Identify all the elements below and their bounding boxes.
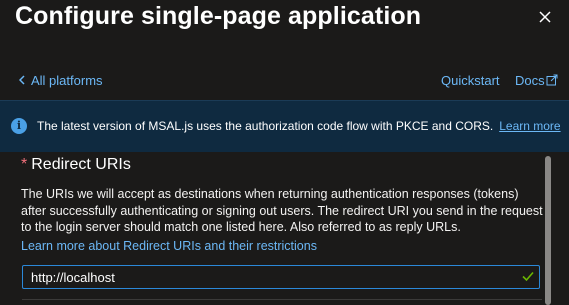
chevron-left-icon	[18, 73, 26, 88]
quickstart-link[interactable]: Quickstart	[441, 73, 500, 88]
nav-links-row: All platforms Quickstart Docs	[0, 73, 569, 91]
redirect-uris-description: The URIs we will accept as destinations …	[21, 187, 543, 234]
redirect-uris-heading: Redirect URIs	[31, 156, 131, 173]
docs-link[interactable]: Docs	[515, 73, 558, 89]
scrollbar[interactable]	[543, 156, 553, 305]
configure-spa-panel: Configure single-page application All pl…	[0, 0, 569, 305]
all-platforms-label: All platforms	[31, 73, 103, 88]
checkmark-icon	[522, 271, 534, 282]
docs-label: Docs	[515, 73, 545, 88]
info-banner: i The latest version of MSAL.js uses the…	[0, 100, 569, 152]
info-icon: i	[11, 118, 27, 134]
info-message: The latest version of MSAL.js uses the a…	[37, 119, 494, 133]
redirect-uri-input[interactable]	[22, 265, 540, 289]
redirect-uris-learn-more-link[interactable]: Learn more about Redirect URIs and their…	[21, 239, 317, 253]
required-marker: *	[21, 156, 28, 173]
learn-more-link[interactable]: Learn more	[499, 119, 560, 133]
info-banner-text: The latest version of MSAL.js uses the a…	[37, 119, 561, 133]
page-title: Configure single-page application	[15, 2, 422, 30]
divider	[22, 299, 542, 300]
redirect-uris-section: * Redirect URIs The URIs we will accept a…	[0, 152, 569, 305]
section-title: * Redirect URIs	[21, 156, 131, 174]
close-button[interactable]	[534, 6, 556, 28]
close-icon	[539, 11, 551, 23]
external-link-icon	[546, 74, 558, 89]
scrollbar-thumb[interactable]	[545, 156, 551, 305]
all-platforms-link[interactable]: All platforms	[18, 73, 103, 88]
